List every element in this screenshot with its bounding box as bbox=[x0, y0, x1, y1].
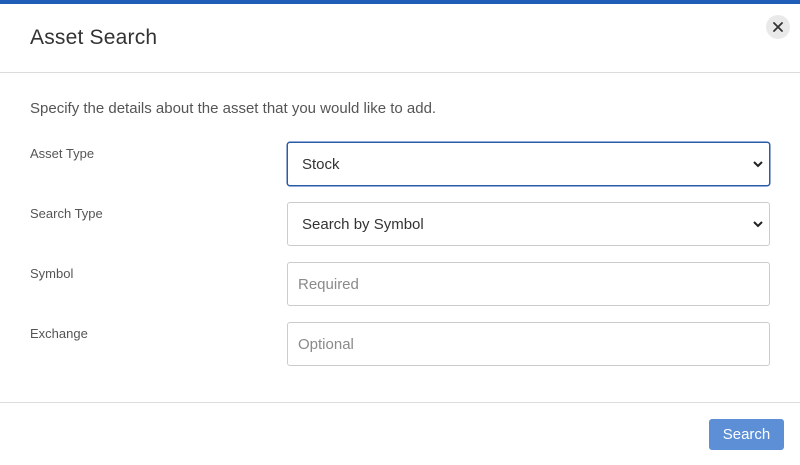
asset-type-value: Stock bbox=[302, 156, 340, 173]
asset-type-select[interactable]: Stock bbox=[287, 142, 770, 186]
close-icon bbox=[773, 22, 783, 32]
search-type-label: Search Type bbox=[30, 206, 103, 221]
symbol-label: Symbol bbox=[30, 266, 74, 281]
search-type-value: Search by Symbol bbox=[302, 216, 424, 233]
dialog-header: Asset Search bbox=[0, 4, 800, 73]
dialog-title: Asset Search bbox=[30, 26, 158, 49]
search-type-select[interactable]: Search by Symbol bbox=[287, 202, 770, 246]
dialog-body: Specify the details about the asset that… bbox=[0, 73, 800, 402]
dialog-footer: Search bbox=[0, 402, 800, 465]
close-button[interactable] bbox=[766, 15, 790, 39]
asset-type-label: Asset Type bbox=[30, 146, 95, 161]
asset-search-dialog: Asset Search Specify the details about t… bbox=[0, 0, 800, 465]
symbol-input[interactable]: Required bbox=[287, 262, 770, 306]
intro-text: Specify the details about the asset that… bbox=[30, 100, 437, 117]
symbol-placeholder: Required bbox=[298, 276, 359, 293]
exchange-label: Exchange bbox=[30, 326, 88, 341]
chevron-down-icon bbox=[753, 161, 763, 168]
exchange-placeholder: Optional bbox=[298, 336, 354, 353]
search-button[interactable]: Search bbox=[709, 419, 784, 450]
exchange-input[interactable]: Optional bbox=[287, 322, 770, 366]
chevron-down-icon bbox=[753, 221, 763, 228]
